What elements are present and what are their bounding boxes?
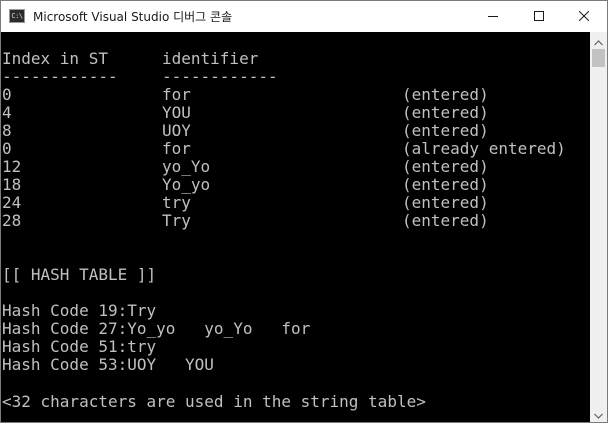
dashes-right: ------------ [162, 67, 278, 86]
row-status: (entered) [402, 85, 489, 104]
window-title: Microsoft Visual Studio 디버그 콘솔 [33, 10, 233, 24]
row-identifier: UOY [162, 121, 191, 140]
dashes-left: ------------ [2, 32, 118, 40]
console-line: ------------ ------------ [2, 32, 278, 40]
row-identifier: YOU [162, 103, 191, 122]
table-row: 0 for (already entered) [2, 139, 566, 158]
console-line: ------------ ------------ [2, 68, 278, 86]
table-header: Index in ST identifier [2, 50, 258, 68]
table-row: 12 yo_Yo (entered) [2, 157, 489, 176]
row-index: 24 [2, 193, 22, 212]
row-identifier: for [162, 85, 191, 104]
header-index-label: Index in ST [2, 49, 108, 68]
row-status: (entered) [402, 175, 489, 194]
hash-table-title: [[ HASH TABLE ]] [2, 265, 157, 284]
table-row: 24 try (entered) [2, 193, 489, 212]
maximize-button[interactable] [516, 1, 562, 31]
scroll-up-button[interactable] [590, 32, 607, 49]
dashes-right: ------------ [162, 32, 278, 40]
row-status: (already entered) [402, 139, 566, 158]
hash-line: Hash Code 27:Yo_yo yo_Yo for [2, 319, 311, 338]
hash-line: Hash Code 51:try [2, 337, 157, 356]
vertical-scrollbar[interactable] [590, 32, 607, 422]
table-row: 8 UOY (entered) [2, 121, 489, 140]
row-identifier: Try [162, 211, 191, 230]
row-identifier: for [162, 139, 191, 158]
scroll-thumb[interactable] [592, 49, 605, 67]
row-index: 18 [2, 175, 22, 194]
row-index: 0 [2, 85, 12, 104]
minimize-button[interactable] [470, 1, 516, 31]
close-button[interactable] [561, 1, 607, 31]
row-status: (entered) [402, 157, 489, 176]
row-index: 8 [2, 121, 12, 140]
dashes-left: ------------ [2, 67, 118, 86]
title-bar[interactable]: C:\ Microsoft Visual Studio 디버그 콘솔 [1, 1, 607, 32]
table-row: 0 for (entered) [2, 85, 489, 104]
hash-line: Hash Code 53:UOY YOU [2, 355, 214, 374]
table-row: 4 YOU (entered) [2, 103, 489, 122]
row-status: (entered) [402, 103, 489, 122]
chevron-up-icon [594, 31, 603, 50]
row-status: (entered) [402, 121, 489, 140]
row-index: 4 [2, 103, 12, 122]
row-index: 12 [2, 157, 22, 176]
hash-line: Hash Code 19:Try [2, 301, 157, 320]
console-window: C:\ Microsoft Visual Studio 디버그 콘솔 -----… [0, 0, 608, 423]
row-index: 28 [2, 211, 22, 230]
header-identifier-label: identifier [162, 49, 259, 68]
close-icon [579, 11, 589, 21]
row-identifier: yo_Yo [162, 157, 211, 176]
row-identifier: try [162, 193, 191, 212]
maximize-icon [534, 11, 544, 21]
console-app-icon: C:\ [9, 9, 25, 23]
minimize-icon [488, 11, 498, 21]
table-row: 28 Try (entered) [2, 211, 489, 230]
row-status: (entered) [402, 211, 489, 230]
chevron-down-icon [594, 404, 603, 422]
summary-line: <32 characters are used in the string ta… [2, 392, 426, 411]
console-output[interactable]: ------------ ------------ Index in ST id… [1, 32, 590, 422]
row-status: (entered) [402, 193, 489, 212]
row-index: 0 [2, 139, 12, 158]
scroll-down-button[interactable] [590, 405, 607, 422]
table-row: 18 Yo_yo (entered) [2, 175, 489, 194]
row-identifier: Yo_yo [162, 175, 211, 194]
